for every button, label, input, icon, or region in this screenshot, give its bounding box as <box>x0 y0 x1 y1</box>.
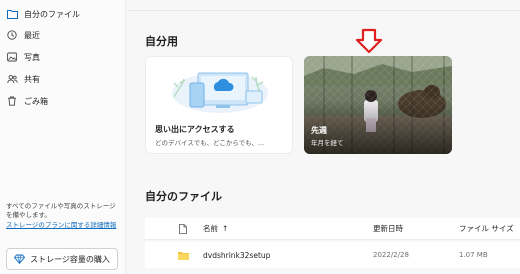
people-icon <box>6 73 18 85</box>
buy-storage-label: ストレージ容量の購入 <box>30 254 110 264</box>
file-name[interactable]: dvdshrink32setup <box>203 242 270 268</box>
trash-icon <box>6 95 18 107</box>
modified-column-header[interactable]: 更新日時 <box>373 218 403 239</box>
sidebar-item-label: 共有 <box>24 74 40 84</box>
section-title-for-you: 自分用 <box>145 35 178 48</box>
storage-note: すべてのファイルや写真のストレージを備やします。 <box>6 202 116 219</box>
sidebar-item-my-files[interactable]: 自分のファイル <box>0 4 126 24</box>
section-title-my-files: 自分のファイル <box>145 190 222 203</box>
promo-card-title: 思い出にアクセスする <box>155 125 235 134</box>
sidebar-item-shared[interactable]: 共有 <box>0 69 126 89</box>
folder-icon <box>178 242 189 268</box>
memory-photo-card[interactable]: 先週 年月を経て <box>304 56 452 154</box>
size-column-header[interactable]: ファイル サイズ <box>459 218 514 239</box>
buy-storage-button[interactable]: ストレージ容量の購入 <box>6 248 118 270</box>
sidebar: 自分のファイル 最近 写真 共有 ごみ箱 すべてのファイルや写真のストレージを備… <box>0 0 126 274</box>
file-modified-date: 2022/2/28 <box>373 251 409 259</box>
sidebar-item-recent[interactable]: 最近 <box>0 25 126 45</box>
storage-plan-link[interactable]: ストレージのプランに関する詳細情報 <box>6 221 122 229</box>
clock-icon <box>6 29 18 41</box>
sidebar-item-label: 自分のファイル <box>24 9 80 19</box>
main-content: 自分用 思い出にアクセスする どのデバイスでも、どこからでも、... 先週 年月… <box>127 0 520 274</box>
diamond-icon <box>14 254 26 264</box>
sidebar-item-photos[interactable]: 写真 <box>0 47 126 67</box>
sidebar-item-recycle-bin[interactable]: ごみ箱 <box>0 91 126 111</box>
table-header: 名前 ↑ 更新日時 ファイル サイズ <box>145 218 520 240</box>
devices-cloud-illustration <box>172 72 268 113</box>
photo-card-title: 先週 <box>311 126 327 135</box>
promo-card-subtitle: どのデバイスでも、どこからでも、... <box>155 139 265 147</box>
sort-ascending-icon: ↑ <box>222 224 229 233</box>
name-column-header[interactable]: 名前 ↑ <box>203 218 228 239</box>
sidebar-item-label: 最近 <box>24 30 40 40</box>
photo-card-subtitle: 年月を経て <box>311 139 344 147</box>
table-row[interactable]: dvdshrink32setup 2022/2/28 1.07 MB <box>145 242 520 268</box>
folder-icon <box>6 8 18 20</box>
header-divider <box>127 10 520 11</box>
name-column-label: 名前 <box>203 224 218 233</box>
sidebar-item-label: ごみ箱 <box>24 96 48 106</box>
memories-promo-card[interactable]: 思い出にアクセスする どのデバイスでも、どこからでも、... <box>145 56 293 154</box>
file-size: 1.07 MB <box>459 251 488 259</box>
sidebar-item-label: 写真 <box>24 52 40 62</box>
image-icon <box>6 51 18 63</box>
document-icon <box>179 223 187 234</box>
red-down-arrow-annotation <box>355 28 383 54</box>
file-type-column-header[interactable] <box>179 218 187 239</box>
